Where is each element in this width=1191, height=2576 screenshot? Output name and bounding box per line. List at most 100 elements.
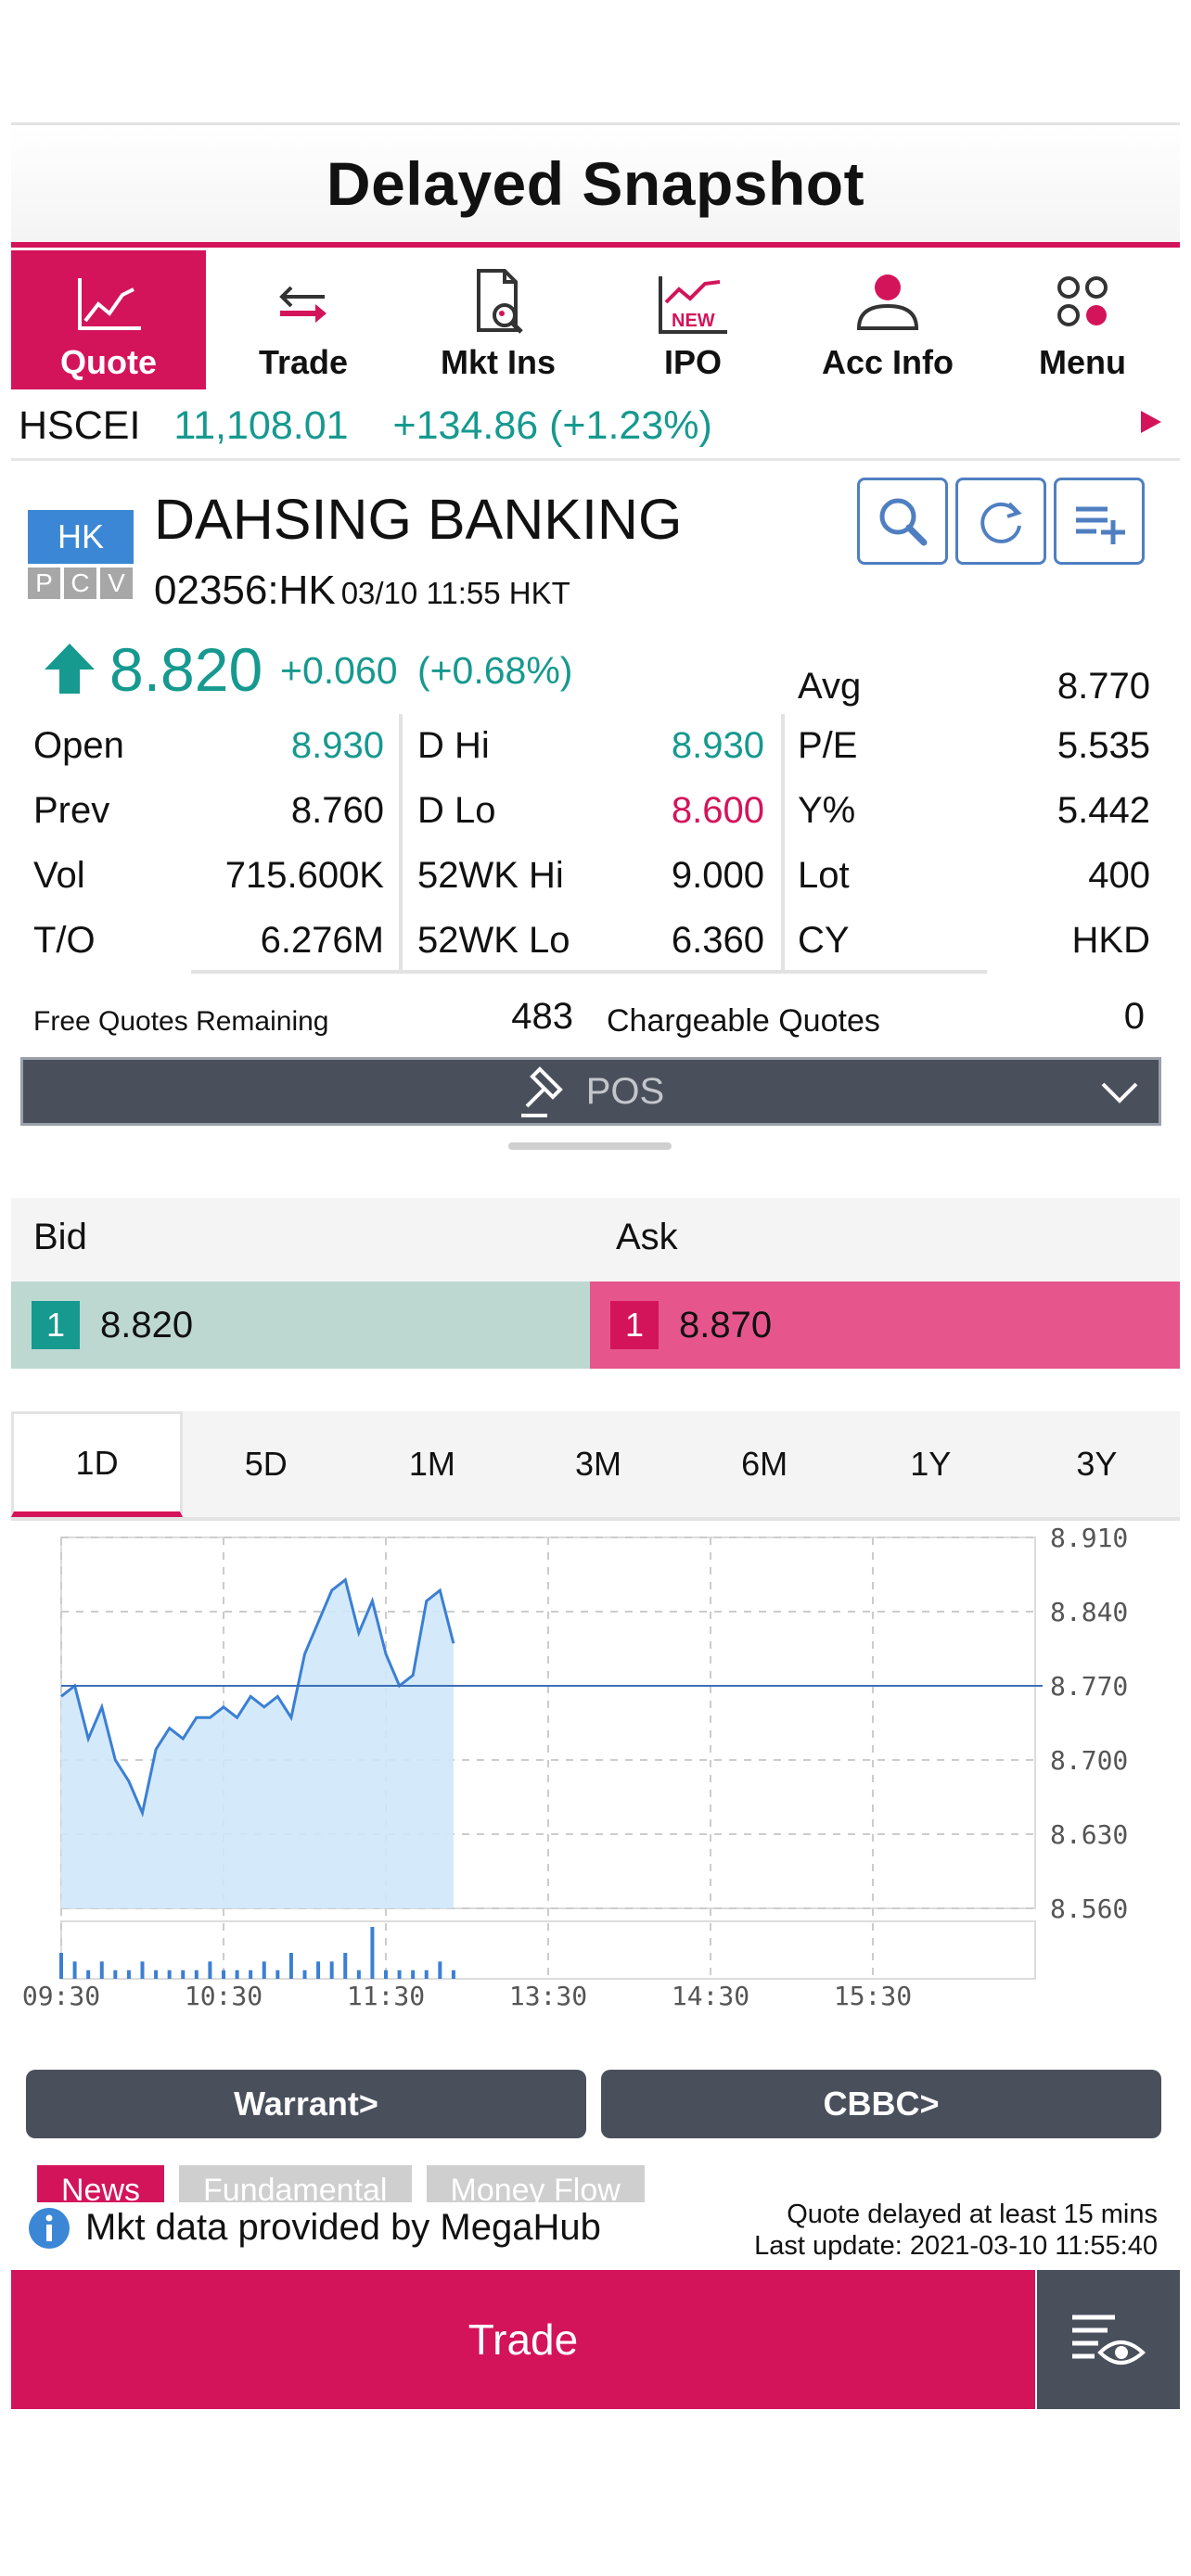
tab-6m[interactable]: 6M <box>682 1411 848 1517</box>
svg-text:NEW: NEW <box>672 311 715 331</box>
stat-label-dhi: D Hi <box>417 725 490 766</box>
orderbook-header <box>11 1198 1180 1282</box>
volume-bar <box>113 1970 118 1979</box>
stock-flags: P C V <box>28 567 133 599</box>
info-icon <box>29 2208 70 2249</box>
tab-fundamental[interactable]: Fundamental <box>179 2165 412 2202</box>
tab-1m[interactable]: 1M <box>349 1411 515 1517</box>
stat-label-to: T/O <box>33 920 96 961</box>
tab-money-flow[interactable]: Money Flow <box>426 2165 645 2202</box>
change-value: +0.060 <box>280 649 398 692</box>
tab-3y[interactable]: 3Y <box>1014 1411 1180 1517</box>
add-watchlist-button[interactable] <box>1054 478 1145 565</box>
list-add-icon <box>1076 506 1125 544</box>
up-arrow-icon <box>45 644 95 694</box>
search-button[interactable] <box>857 478 948 565</box>
new-chart-icon: NEW <box>659 276 727 334</box>
volume-bar <box>86 1970 91 1979</box>
stat-value-vol: 715.600K <box>224 855 384 896</box>
tab-1d[interactable]: 1D <box>11 1411 184 1517</box>
flag-c: C <box>64 567 96 599</box>
stock-code-line: 02356:HK 03/10 11:55 HKT <box>154 567 570 614</box>
nav-label: Mkt Ins <box>440 343 556 381</box>
volume-bar <box>384 1970 388 1979</box>
volume-bar <box>316 1961 321 1979</box>
volume-bar <box>235 1970 239 1979</box>
index-value: 11,108.01 <box>173 403 349 448</box>
main-nav: Quote Trade Mkt Ins NEW IPO Acc Info Men… <box>11 250 1180 389</box>
tab-5d[interactable]: 5D <box>183 1411 349 1517</box>
ask-row[interactable]: 1 8.870 <box>590 1282 1180 1369</box>
y-tick-label: 8.910 <box>1050 1523 1128 1553</box>
volume-bar <box>140 1961 145 1979</box>
stat-value-pe: 5.535 <box>1057 725 1150 766</box>
stat-label-prev: Prev <box>33 790 110 831</box>
volume-bar <box>343 1953 348 1979</box>
watch-list-button[interactable] <box>1037 2270 1180 2409</box>
nav-label: Quote <box>60 343 157 381</box>
document-search-icon <box>477 269 523 334</box>
y-tick-label: 8.630 <box>1050 1819 1128 1850</box>
x-tick-label: 13:30 <box>509 1981 587 2011</box>
volume-bar <box>249 1970 253 1979</box>
nav-menu[interactable]: Menu <box>985 250 1180 389</box>
index-ticker[interactable]: HSCEI 11,108.01 +134.86 (+1.23%) <box>11 394 1180 461</box>
cbbc-button[interactable]: CBBC> <box>601 2070 1161 2138</box>
nav-label: IPO <box>663 343 722 381</box>
volume-bar <box>451 1970 455 1979</box>
chargeable-quotes-label: Chargeable Quotes <box>607 1003 880 1039</box>
flag-v: V <box>100 567 133 599</box>
ask-price: 8.870 <box>679 1304 773 1345</box>
tab-3m[interactable]: 3M <box>515 1411 681 1517</box>
volume-bar <box>72 1961 77 1979</box>
nav-trade[interactable]: Trade <box>206 250 401 389</box>
y-tick-label: 8.560 <box>1050 1894 1128 1924</box>
stat-label-dlo: D Lo <box>417 790 496 831</box>
x-axis-labels: 09:30 10:30 11:30 13:30 14:30 15:30 <box>22 1981 912 2011</box>
divider <box>781 714 785 974</box>
pos-dropdown[interactable]: POS <box>20 1057 1161 1126</box>
stock-name: DAHSING BANKING <box>154 488 683 551</box>
period-tabs: 1D 5D 1M 3M 6M 1Y 3Y <box>11 1411 1180 1521</box>
delay-note: Quote delayed at least 15 mins <box>787 2200 1158 2229</box>
tab-1y[interactable]: 1Y <box>848 1411 1014 1517</box>
nav-quote[interactable]: Quote <box>11 250 206 389</box>
flag-p: P <box>28 567 60 599</box>
stat-value-open: 8.930 <box>290 725 384 766</box>
ask-label: Ask <box>616 1217 678 1257</box>
drag-handle[interactable] <box>508 1142 672 1150</box>
play-arrow-icon[interactable] <box>1141 411 1161 433</box>
swap-arrows-icon <box>279 286 327 323</box>
divider <box>399 714 403 974</box>
chargeable-quotes-value: 0 <box>1123 996 1145 1037</box>
nav-acc-info[interactable]: Acc Info <box>790 250 985 389</box>
nav-ipo[interactable]: NEW IPO <box>596 250 790 389</box>
intraday-chart[interactable]: 8.910 8.840 8.770 8.700 8.630 8.560 09:30 10:3… <box>0 1521 1191 2012</box>
change-percent: (+0.68%) <box>416 649 573 692</box>
stat-label-vol: Vol <box>33 855 85 896</box>
last-price: 8.820 <box>109 635 263 704</box>
exchange-badge: HK <box>28 510 134 564</box>
search-icon <box>879 498 928 546</box>
pos-label: POS <box>585 1070 665 1112</box>
stat-label-cy: CY <box>798 920 850 961</box>
x-tick-label: 09:30 <box>22 1981 100 2011</box>
stat-label-pe: P/E <box>798 725 858 766</box>
warrant-button[interactable]: Warrant> <box>26 2070 586 2138</box>
nav-mkt-ins[interactable]: Mkt Ins <box>401 250 596 389</box>
tab-news[interactable]: News <box>37 2165 165 2202</box>
bid-row[interactable]: 1 8.820 <box>11 1282 590 1369</box>
stat-value-cy: HKD <box>1071 920 1150 961</box>
refresh-button[interactable] <box>955 478 1046 565</box>
x-tick-label: 10:30 <box>185 1981 263 2011</box>
volume-bar <box>370 1927 375 1979</box>
index-change: +134.86 (+1.23%) <box>392 403 712 448</box>
y-tick-label: 8.840 <box>1050 1597 1128 1627</box>
ask-queue: 1 <box>610 1301 659 1349</box>
volume-bar <box>208 1961 212 1979</box>
chevron-down-icon <box>1101 1082 1138 1103</box>
bid-label: Bid <box>33 1217 87 1257</box>
chart-line-icon <box>78 278 141 330</box>
stat-value-dhi: 8.930 <box>671 725 764 766</box>
trade-button[interactable]: Trade <box>11 2270 1035 2409</box>
